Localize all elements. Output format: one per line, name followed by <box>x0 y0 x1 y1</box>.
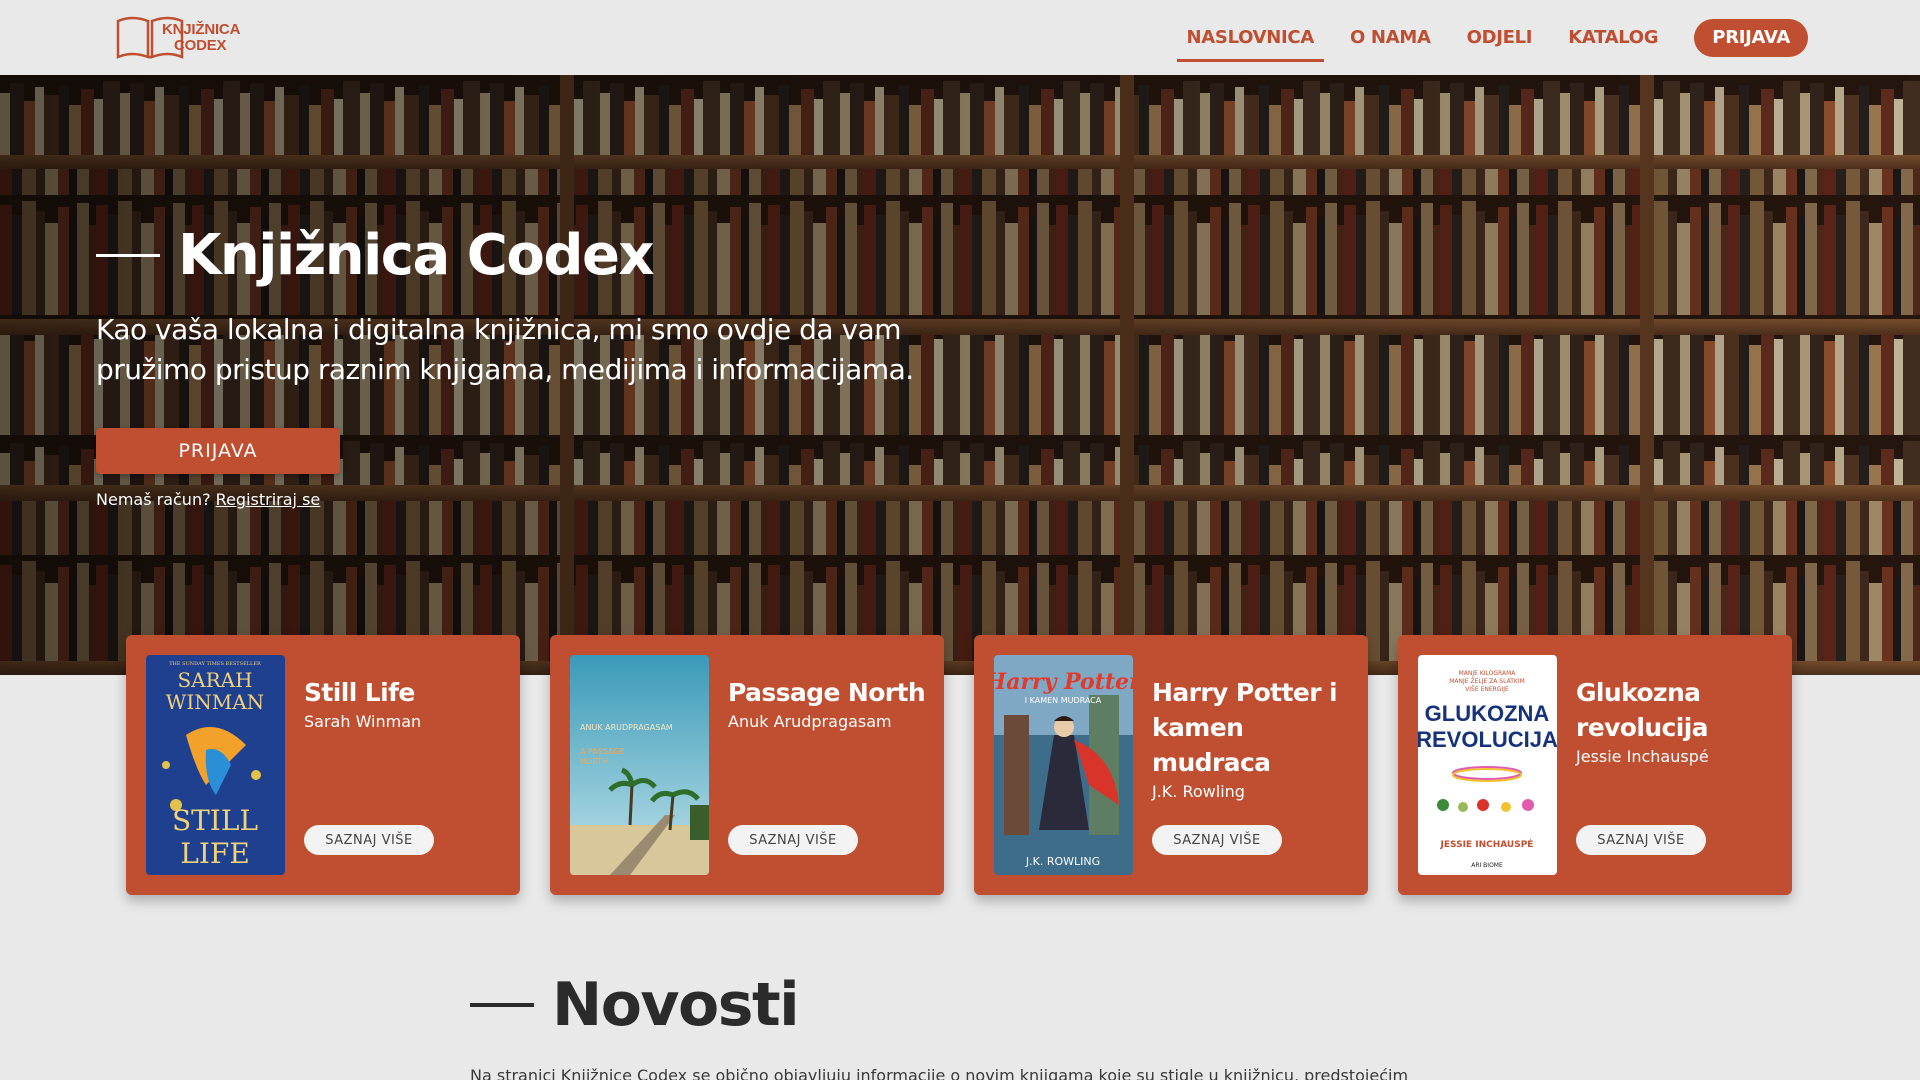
book-cover-passage-north[interactable]: ANUK ARUDPRAGASAM A PASSAGE NORTH <box>570 655 709 875</box>
book-author: Sarah Winman <box>304 712 422 731</box>
news-heading: Novosti <box>470 970 800 1040</box>
register-prompt: Nemaš račun? Registriraj se <box>96 490 996 509</box>
learn-more-button[interactable]: SAZNAJ VIŠE <box>728 825 858 855</box>
logo-line1: KNJIŽNICA <box>162 21 241 38</box>
book-info: Passage North Anuk Arudpragasam <box>728 675 928 731</box>
cover-tagline-2: MANJE ŽELJE ZA SLATKIM <box>1449 677 1525 685</box>
cover-title-line2: REVOLUCIJA <box>1418 727 1557 752</box>
cover-author: ANUK ARUDPRAGASAM <box>580 723 673 732</box>
book-card[interactable]: MANJE KILOGRAMA MANJE ŽELJE ZA SLATKIM V… <box>1398 635 1792 895</box>
book-title: Passage North <box>728 678 926 707</box>
nav-login-button[interactable]: PRIJAVA <box>1694 18 1808 57</box>
cover-author: J.K. ROWLING <box>1025 855 1100 868</box>
nav-item-katalog[interactable]: KATALOG <box>1558 18 1668 58</box>
register-prompt-text: Nemaš račun? <box>96 490 211 509</box>
hero-title: Knjižnica Codex <box>96 223 996 288</box>
book-card[interactable]: ANUK ARUDPRAGASAM A PASSAGE NORTH Passag… <box>550 635 944 895</box>
news-title-dash <box>470 1003 534 1007</box>
cover-title: Harry Potter <box>994 669 1133 695</box>
book-title: Still Life <box>304 678 415 707</box>
book-title: Glukozna revolucija <box>1576 678 1709 742</box>
cover-subtitle: I KAMEN MUDRACA <box>1025 696 1102 705</box>
book-cover-glukozna-revolucija[interactable]: MANJE KILOGRAMA MANJE ŽELJE ZA SLATKIM V… <box>1418 655 1557 875</box>
cover-publisher: ARI BIOME <box>1471 862 1503 869</box>
book-info: Harry Potter i kamen mudraca J.K. Rowlin… <box>1152 675 1352 801</box>
book-author: Jessie Inchauspé <box>1576 747 1709 766</box>
logo-line2: CODEX <box>174 37 227 54</box>
navbar: KNJIŽNICA CODEX NASLOVNICA O NAMA ODJELI… <box>0 0 1920 75</box>
main-nav: NASLOVNICA O NAMA ODJELI KATALOG PRIJAVA <box>1169 0 1808 75</box>
book-author: J.K. Rowling <box>1152 782 1245 801</box>
learn-more-button[interactable]: SAZNAJ VIŠE <box>304 825 434 855</box>
cover-author-line1: SARAH <box>177 668 252 692</box>
nav-item-o-nama[interactable]: O NAMA <box>1340 18 1441 58</box>
cover-author-line2: WINMAN <box>166 690 264 714</box>
hero-title-text: Knjižnica Codex <box>178 223 655 288</box>
title-dash <box>96 254 160 257</box>
book-card[interactable]: THE SUNDAY TIMES BESTSELLER SARAH WINMAN… <box>126 635 520 895</box>
logo-text: KNJIŽNICA CODEX <box>162 22 240 54</box>
cover-title-line1: A PASSAGE <box>580 747 625 756</box>
logo[interactable]: KNJIŽNICA CODEX <box>114 12 240 62</box>
register-link[interactable]: Registriraj se <box>216 490 321 509</box>
news-intro-text: Na stranici Knjižnice Codex se obično ob… <box>470 1066 1409 1080</box>
cover-title-line1: STILL <box>172 804 258 837</box>
hero-subtitle: Kao vaša lokalna i digitalna knjižnica, … <box>96 313 914 386</box>
book-cover-still-life[interactable]: THE SUNDAY TIMES BESTSELLER SARAH WINMAN… <box>146 655 285 875</box>
hero-section: Knjižnica Codex Kao vaša lokalna i digit… <box>0 75 1920 675</box>
cover-tagline-3: VIŠE ENERGIJE <box>1465 686 1509 693</box>
hero-content: Knjižnica Codex Kao vaša lokalna i digit… <box>96 223 996 509</box>
learn-more-button[interactable]: SAZNAJ VIŠE <box>1152 825 1282 855</box>
nav-item-odjeli[interactable]: ODJELI <box>1457 18 1543 58</box>
featured-books: THE SUNDAY TIMES BESTSELLER SARAH WINMAN… <box>126 635 1794 895</box>
book-card[interactable]: Harry Potter I KAMEN MUDRACA J.K. ROWLIN… <box>974 635 1368 895</box>
learn-more-button[interactable]: SAZNAJ VIŠE <box>1576 825 1706 855</box>
cover-topline: THE SUNDAY TIMES BESTSELLER <box>169 661 261 667</box>
nav-item-naslovnica[interactable]: NASLOVNICA <box>1176 18 1325 62</box>
cover-tagline-1: MANJE KILOGRAMA <box>1459 670 1517 677</box>
cover-author: JESSIE INCHAUSPÉ <box>1440 838 1534 850</box>
book-title: Harry Potter i kamen mudraca <box>1152 678 1338 777</box>
book-info: Glukozna revolucija Jessie Inchauspé <box>1576 675 1776 766</box>
book-author: Anuk Arudpragasam <box>728 712 892 731</box>
book-info: Still Life Sarah Winman <box>304 675 504 731</box>
cover-title-line1: GLUKOZNA <box>1425 701 1550 726</box>
hero-login-button[interactable]: PRIJAVA <box>96 428 340 474</box>
cover-title-line2: LIFE <box>180 837 250 870</box>
book-cover-harry-potter[interactable]: Harry Potter I KAMEN MUDRACA J.K. ROWLIN… <box>994 655 1133 875</box>
cover-title-line2: NORTH <box>580 757 608 766</box>
news-title-text: Novosti <box>552 970 800 1040</box>
